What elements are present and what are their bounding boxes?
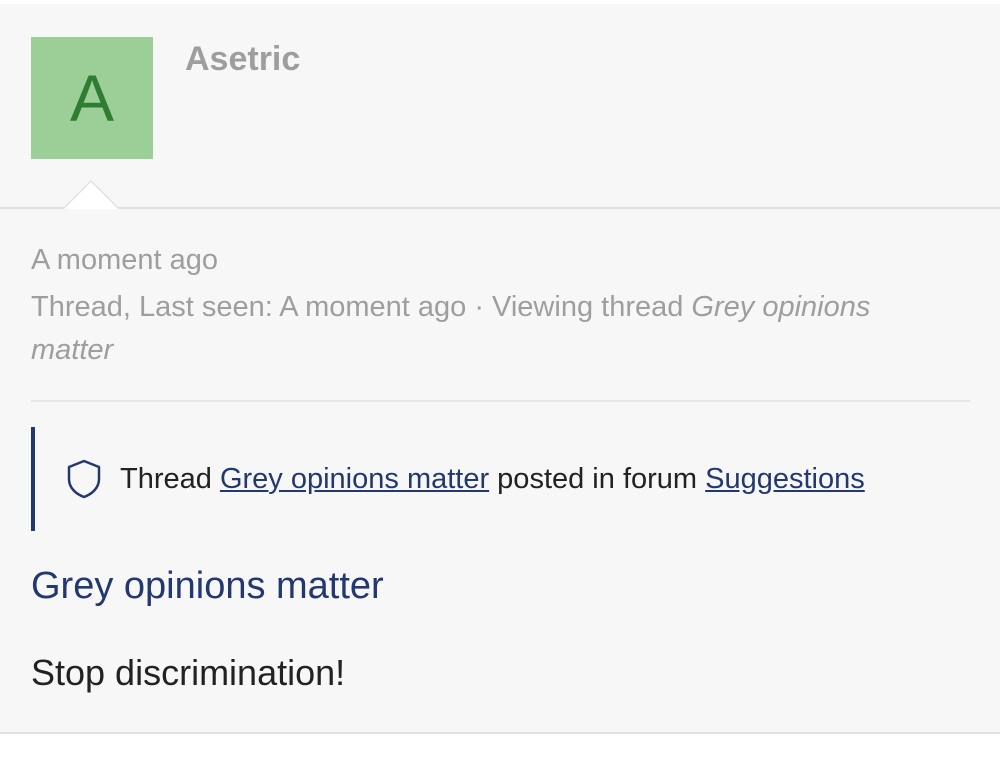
header-divider — [0, 207, 1000, 209]
content-divider — [31, 400, 970, 402]
post-body: Stop discrimination! — [31, 652, 346, 693]
shield-icon — [67, 459, 101, 499]
avatar-letter: A — [69, 61, 115, 135]
profile-activity-page: A Asetric A moment ago Thread, Last seen… — [0, 0, 1000, 759]
avatar[interactable]: A — [31, 37, 153, 159]
tab-pointer-fill — [64, 182, 118, 209]
post-title-link[interactable]: Grey opinions matter — [31, 565, 384, 608]
thread-link[interactable]: Grey opinions matter — [220, 463, 489, 495]
notice-middle: posted in forum — [489, 462, 706, 495]
forum-link[interactable]: Suggestions — [705, 463, 865, 495]
thread-notice: Thread Grey opinions matter posted in fo… — [31, 427, 971, 531]
activity-status: Thread, Last seen: A moment ago · Viewin… — [31, 286, 951, 372]
username[interactable]: Asetric — [185, 40, 300, 79]
bottom-area — [0, 734, 1000, 759]
top-edge — [0, 0, 1000, 4]
activity-timestamp: A moment ago — [31, 244, 218, 276]
activity-status-prefix: Thread, Last seen: A moment ago · Viewin… — [31, 291, 692, 323]
notice-prefix: Thread — [120, 462, 220, 495]
thread-notice-text: Thread Grey opinions matter posted in fo… — [120, 463, 865, 496]
